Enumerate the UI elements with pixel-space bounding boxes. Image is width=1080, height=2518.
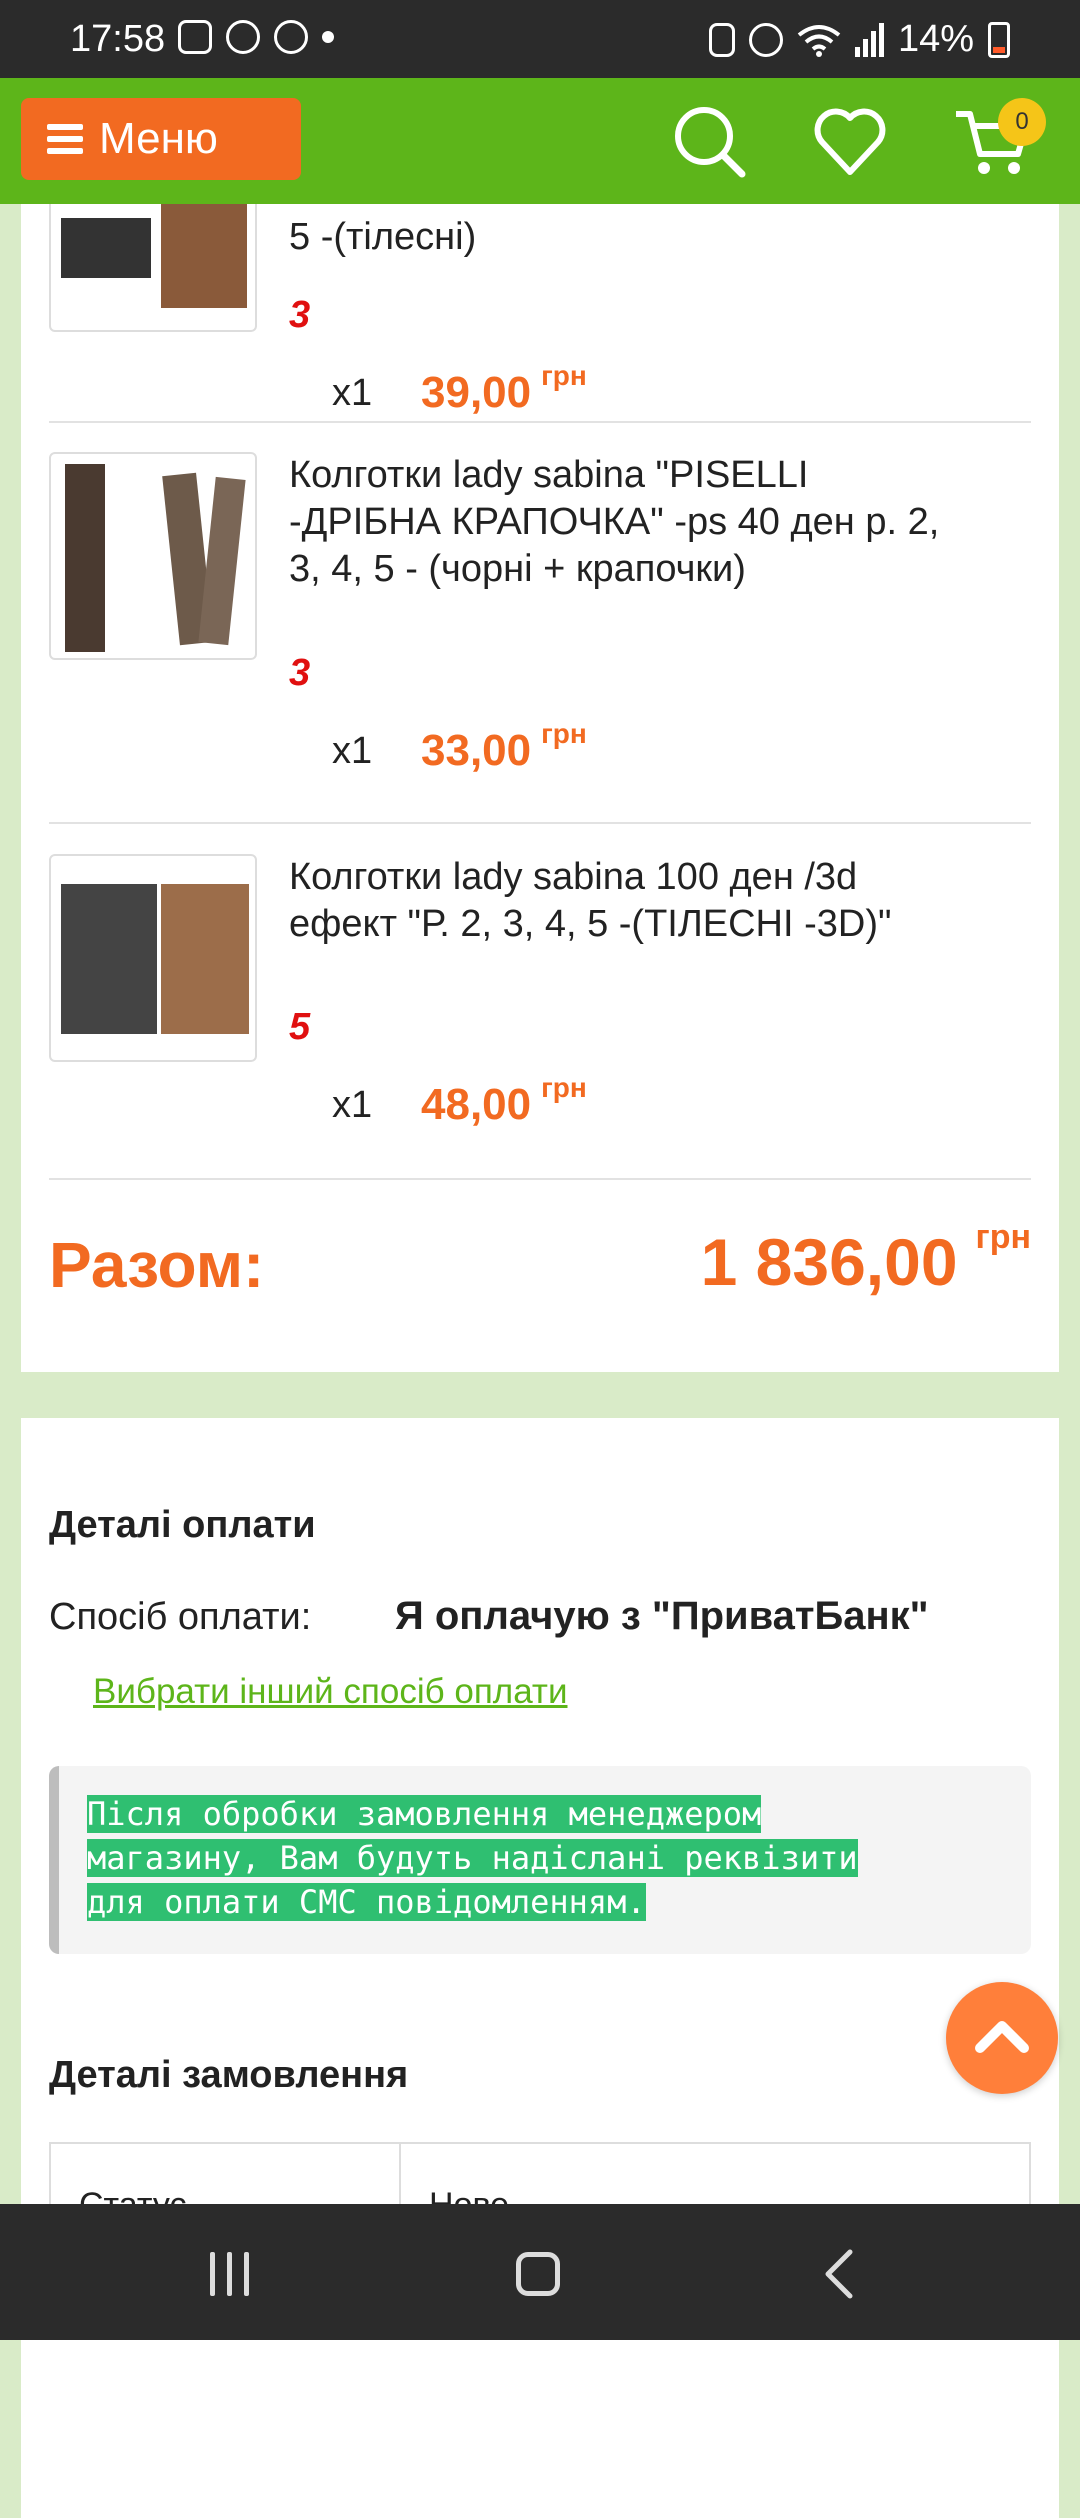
payment-details-title: Деталі оплати: [49, 1504, 316, 1546]
wifi-icon: [797, 24, 841, 57]
battery-percent: 14%: [897, 18, 974, 60]
list-item: Колготки lady sabina 100 ден /3d ефект "…: [49, 854, 1031, 1184]
system-nav-bar: [0, 2204, 1080, 2340]
status-time: 17:58: [70, 18, 166, 60]
product-name[interactable]: 5 -(тілесні): [289, 214, 949, 261]
item-price: 48,00 грн: [421, 1072, 587, 1129]
heart-icon[interactable]: [810, 102, 890, 182]
signal-icon: [854, 22, 884, 57]
payment-notice-text: Після обробки замовлення менеджером мага…: [87, 1795, 858, 1921]
divider: [49, 421, 1031, 423]
item-multiplier: x1: [332, 1084, 373, 1126]
alarm-icon: [748, 22, 783, 57]
more-notifications-icon: [322, 31, 334, 43]
notification-icons: [178, 20, 334, 54]
quantity-badge: 3: [289, 294, 311, 336]
menu-button-label: Меню: [99, 114, 218, 163]
payment-notice: Після обробки замовлення менеджером мага…: [49, 1766, 1031, 1954]
payment-details-card: Деталі оплати Спосіб оплати: Я оплачую з…: [21, 1418, 1059, 2518]
scroll-to-top-button[interactable]: [946, 1982, 1058, 2094]
hamburger-icon: [47, 124, 83, 154]
list-item: Колготки lady sabina "PISELLI -ДРІБНА КР…: [49, 452, 1031, 812]
gallery-icon: [178, 20, 212, 54]
back-button[interactable]: [820, 2248, 860, 2300]
divider: [49, 1178, 1031, 1180]
payment-method-label: Спосіб оплати:: [49, 1596, 312, 1638]
data-saver-icon: [708, 22, 735, 57]
home-button[interactable]: [516, 2252, 560, 2296]
chevron-up-icon: [975, 2021, 1029, 2053]
total-label: Разом:: [49, 1229, 265, 1301]
product-image[interactable]: [49, 204, 257, 332]
product-name[interactable]: Колготки lady sabina "PISELLI -ДРІБНА КР…: [289, 452, 949, 593]
quantity-badge: 5: [289, 1006, 311, 1048]
battery-icon: [988, 21, 1010, 58]
change-payment-link[interactable]: Вибрати інший спосіб оплати: [93, 1672, 568, 1712]
order-items-card: 5 -(тілесні) 3 x1 39,00 грн Колготки lady…: [21, 204, 1059, 1372]
status-bar: 17:58 14%: [0, 0, 1080, 78]
item-price: 33,00 грн: [421, 718, 587, 775]
total-value: 1 836,00 грн: [700, 1218, 1031, 1299]
menu-button[interactable]: Меню: [21, 98, 301, 180]
cart-count-badge: 0: [998, 98, 1046, 146]
site-header: Меню: [0, 78, 1080, 204]
quantity-badge: 3: [289, 652, 311, 694]
item-price: 39,00 грн: [421, 360, 587, 417]
system-icons: 14%: [708, 18, 1010, 61]
messenger-icon: [226, 20, 260, 54]
product-name[interactable]: Колготки lady sabina 100 ден /3d ефект "…: [289, 854, 949, 948]
order-details-title: Деталі замовлення: [49, 2054, 409, 2096]
list-item: 5 -(тілесні) 3 x1 39,00 грн: [49, 204, 1031, 424]
item-multiplier: x1: [332, 730, 373, 772]
item-multiplier: x1: [332, 372, 373, 414]
search-icon[interactable]: [670, 102, 750, 182]
divider: [49, 822, 1031, 824]
product-image[interactable]: [49, 452, 257, 660]
recent-apps-button[interactable]: [210, 2252, 249, 2296]
viber-icon: [274, 20, 308, 54]
payment-method-value: Я оплачую з "ПриватБанк": [395, 1594, 929, 1638]
product-image[interactable]: [49, 854, 257, 1062]
